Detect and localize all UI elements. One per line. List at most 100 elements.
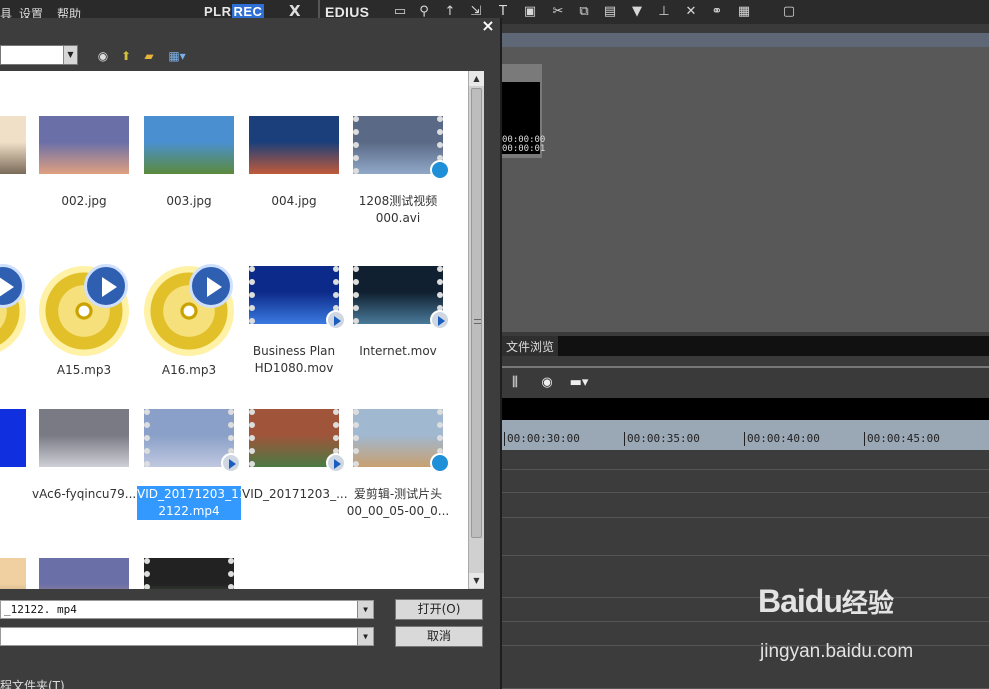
timeline-track[interactable] — [502, 622, 989, 646]
filename-field[interactable]: _12122. mp4 ▼ — [0, 600, 374, 619]
plr-label: PLR — [204, 4, 232, 19]
quicktime-icon — [430, 310, 450, 330]
timeline-track[interactable] — [502, 470, 989, 493]
ruler-tick: 00:00:30:00 — [504, 432, 580, 446]
media-player-icon — [430, 453, 450, 473]
timeline-track[interactable] — [502, 493, 989, 518]
vertical-scrollbar[interactable]: ▲ ▼ — [468, 71, 484, 589]
copy-icon[interactable]: ⧉ — [575, 3, 593, 21]
image-thumbnail — [0, 409, 26, 467]
timeline-track[interactable] — [502, 556, 989, 598]
timeline-header — [502, 398, 989, 420]
timeline-track[interactable] — [502, 598, 989, 622]
chevron-down-icon[interactable]: ▼ — [357, 601, 373, 618]
open-folder-option-label[interactable]: 程文件夹(T) — [0, 677, 65, 689]
video-thumbnail — [353, 266, 443, 324]
ruler-tick: 00:00:35:00 — [624, 432, 700, 446]
watermark-url: jingyan.baidu.com — [760, 641, 914, 662]
file-name: A16.mp3 — [161, 363, 217, 377]
file-name: Business Plan HD1080.mov — [252, 344, 336, 375]
dialog-close-button[interactable]: × — [480, 18, 496, 34]
image-thumbnail — [0, 558, 26, 589]
watermark-title: 经验 — [841, 589, 894, 619]
open-button[interactable]: 打开(O) — [395, 599, 483, 620]
mixer-icon[interactable]: ⫼ — [506, 374, 524, 392]
file-name: 002.jpg — [61, 194, 107, 208]
file-name: VID_20171203_11 2122.mp4 — [137, 486, 247, 520]
marker-icon[interactable]: ▣ — [521, 3, 539, 21]
bin-header — [502, 33, 989, 47]
back-icon[interactable]: ◉ — [95, 48, 111, 64]
play-icon — [84, 264, 128, 308]
image-thumbnail — [249, 116, 339, 174]
timeline-ruler[interactable]: 00:00:30:00 00:00:35:00 00:00:40:00 00:0… — [502, 420, 989, 450]
video-thumbnail — [353, 409, 443, 467]
clip-timecode-out: 00:00:01 — [502, 144, 546, 154]
ruler-tick: 00:00:40:00 — [744, 432, 820, 446]
chevron-down-icon[interactable]: ▼ — [63, 46, 77, 64]
paste-icon[interactable]: ▤ — [601, 3, 619, 21]
grip-icon — [474, 319, 481, 324]
file-name: VID_20171203_... — [242, 487, 348, 501]
folder-up-icon[interactable]: ⬆ — [118, 48, 134, 64]
watermark-logo: Bai — [758, 583, 806, 619]
file-name: 1208测试视频 000.avi — [358, 194, 438, 225]
video-thumbnail — [144, 409, 234, 467]
file-list: 002.jpg 003.jpg 004.jpg 1208测试视频 000.avi 3 A1… — [0, 71, 468, 589]
open-file-dialog: × ▼ ◉ ⬆ ▰ ▦▾ 002.jpg 003.jpg 004.jpg 1208测试… — [0, 18, 502, 689]
plr-rec-indicator: PLR REC — [204, 4, 265, 19]
image-thumbnail — [39, 116, 129, 174]
image-thumbnail — [144, 116, 234, 174]
layout-icon[interactable]: ▦ — [735, 3, 753, 21]
file-name: 爱剪辑-测试片头 00_00_05-00_0... — [346, 487, 450, 518]
image-thumbnail — [0, 116, 26, 174]
scroll-up-icon[interactable]: ▲ — [469, 71, 484, 86]
new-folder-icon[interactable]: ▰ — [141, 48, 157, 64]
link-icon[interactable]: ⚭ — [708, 3, 726, 21]
quicktime-icon — [326, 310, 346, 330]
tab-file-browser[interactable]: 文件浏览 — [502, 336, 559, 356]
image-thumbnail — [39, 409, 129, 467]
pin-icon[interactable]: ▼ — [628, 3, 646, 21]
file-name: Internet.mov — [359, 344, 437, 358]
clip-thumbnail[interactable]: 00:00:00 00:00:01 — [502, 64, 546, 158]
timeline-toolbar: ⫼ ◉ ▬▾ — [502, 366, 989, 398]
insert-icon[interactable]: ⊥ — [655, 3, 673, 21]
filename-value: _12122. mp4 — [4, 603, 77, 616]
play-icon — [189, 264, 233, 308]
scroll-thumb[interactable] — [471, 88, 482, 538]
media-player-icon — [430, 160, 450, 180]
video-thumbnail — [353, 116, 443, 174]
rec-label: REC — [231, 4, 265, 19]
ruler-tick: 00:00:45:00 — [864, 432, 940, 446]
video-thumbnail — [249, 266, 339, 324]
timeline-track[interactable] — [502, 450, 989, 470]
file-name: vAc6-fyqincu79... — [32, 487, 137, 501]
quicktime-icon — [221, 453, 241, 473]
path-combobox[interactable]: ▼ — [0, 45, 78, 65]
quicktime-icon — [326, 453, 346, 473]
timeline-track[interactable] — [502, 646, 989, 689]
file-name: A15.mp3 — [56, 363, 112, 377]
scroll-down-icon[interactable]: ▼ — [469, 573, 484, 588]
chevron-down-icon[interactable]: ▼ — [357, 628, 373, 645]
view-menu-icon[interactable]: ▬▾ — [565, 374, 593, 392]
timeline-track[interactable] — [502, 518, 989, 556]
file-name: 3 — [0, 362, 33, 379]
file-name: 004.jpg — [271, 194, 317, 208]
cancel-button[interactable]: 取消 — [395, 626, 483, 647]
filetype-select[interactable]: ▼ — [0, 627, 374, 646]
color-icon[interactable]: ◉ — [538, 374, 556, 392]
view-menu-icon[interactable]: ▦▾ — [165, 48, 189, 64]
video-thumbnail — [249, 409, 339, 467]
image-thumbnail — [39, 558, 129, 589]
baidu-jingyan-watermark: Baidu经验 jingyan.baidu.com — [758, 583, 913, 662]
file-name: g — [0, 486, 33, 503]
cut-icon[interactable]: ✂ — [549, 3, 567, 21]
toolbox-icon[interactable]: ▢ — [780, 3, 798, 21]
bin-area — [502, 47, 989, 332]
watermark-logo-suffix: du — [804, 583, 843, 619]
delete-icon[interactable]: ✕ — [682, 3, 700, 21]
video-thumbnail — [144, 558, 234, 589]
panel-tab-bar: 文件浏览 — [502, 336, 989, 356]
